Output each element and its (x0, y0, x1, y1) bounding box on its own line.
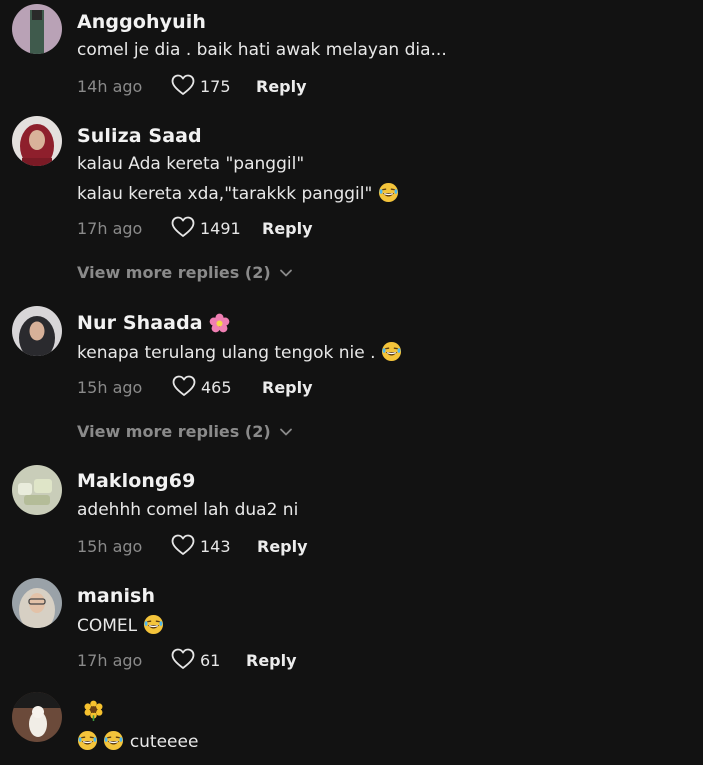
view-more-replies-button[interactable]: View more replies (2) (77, 422, 293, 441)
heart-outline-icon[interactable] (172, 375, 196, 397)
heart-outline-icon[interactable] (171, 216, 195, 238)
comment-text: COMEL (77, 614, 164, 636)
comment-username[interactable]: Suliza Saad (77, 125, 202, 147)
like-count: 175 (200, 77, 231, 96)
comment-time: 14h ago (77, 77, 143, 96)
reply-button[interactable]: Reply (257, 537, 308, 556)
sunflower-emoji-icon (84, 700, 103, 721)
like-count: 143 (200, 537, 231, 556)
comment-username[interactable] (77, 700, 104, 721)
avatar[interactable] (12, 692, 62, 742)
comment-text: adehhh comel lah dua2 ni (77, 500, 299, 520)
avatar[interactable] (12, 116, 62, 166)
like-count: 61 (200, 651, 221, 670)
avatar[interactable] (12, 465, 62, 515)
laughing-emoji-icon (143, 614, 163, 635)
reply-button[interactable]: Reply (246, 651, 297, 670)
comment-time: 17h ago (77, 219, 143, 238)
laughing-emoji-icon (378, 182, 398, 203)
comment-time: 17h ago (77, 651, 143, 670)
avatar[interactable] (12, 4, 62, 54)
comment-username[interactable]: manish (77, 585, 155, 607)
comment-time: 15h ago (77, 378, 143, 397)
like-count: 1491 (200, 219, 241, 238)
comment-text: comel je dia . baik hati awak melayan di… (77, 40, 447, 60)
avatar[interactable] (12, 578, 62, 628)
laughing-emoji-icon (104, 730, 124, 751)
laughing-emoji-icon (77, 730, 98, 751)
pink-flower-emoji-icon (209, 313, 230, 332)
comment-text: kalau Ada kereta "panggil" (77, 154, 305, 174)
view-more-replies-button[interactable]: View more replies (2) (77, 263, 293, 282)
comment-text: kalau kereta xda,"tarakkk panggil" (77, 182, 399, 204)
comment-username[interactable]: Nur Shaada (77, 312, 230, 334)
comment-username[interactable]: Maklong69 (77, 470, 195, 492)
like-count: 465 (201, 378, 232, 397)
view-more-replies-label: View more replies (2) (77, 422, 271, 441)
reply-button[interactable]: Reply (262, 219, 313, 238)
laughing-emoji-icon (381, 341, 401, 362)
comment-username[interactable]: Anggohyuih (77, 11, 206, 33)
heart-outline-icon[interactable] (171, 74, 195, 96)
heart-outline-icon[interactable] (171, 534, 195, 556)
comment-text: kenapa terulang ulang tengok nie . (77, 341, 402, 363)
reply-button[interactable]: Reply (256, 77, 307, 96)
chevron-down-icon (279, 269, 292, 276)
view-more-replies-label: View more replies (2) (77, 263, 271, 282)
comment-text: cuteeee (77, 730, 198, 752)
heart-outline-icon[interactable] (171, 648, 195, 670)
avatar[interactable] (12, 306, 62, 356)
comment-time: 15h ago (77, 537, 143, 556)
chevron-down-icon (279, 428, 292, 435)
reply-button[interactable]: Reply (262, 378, 313, 397)
